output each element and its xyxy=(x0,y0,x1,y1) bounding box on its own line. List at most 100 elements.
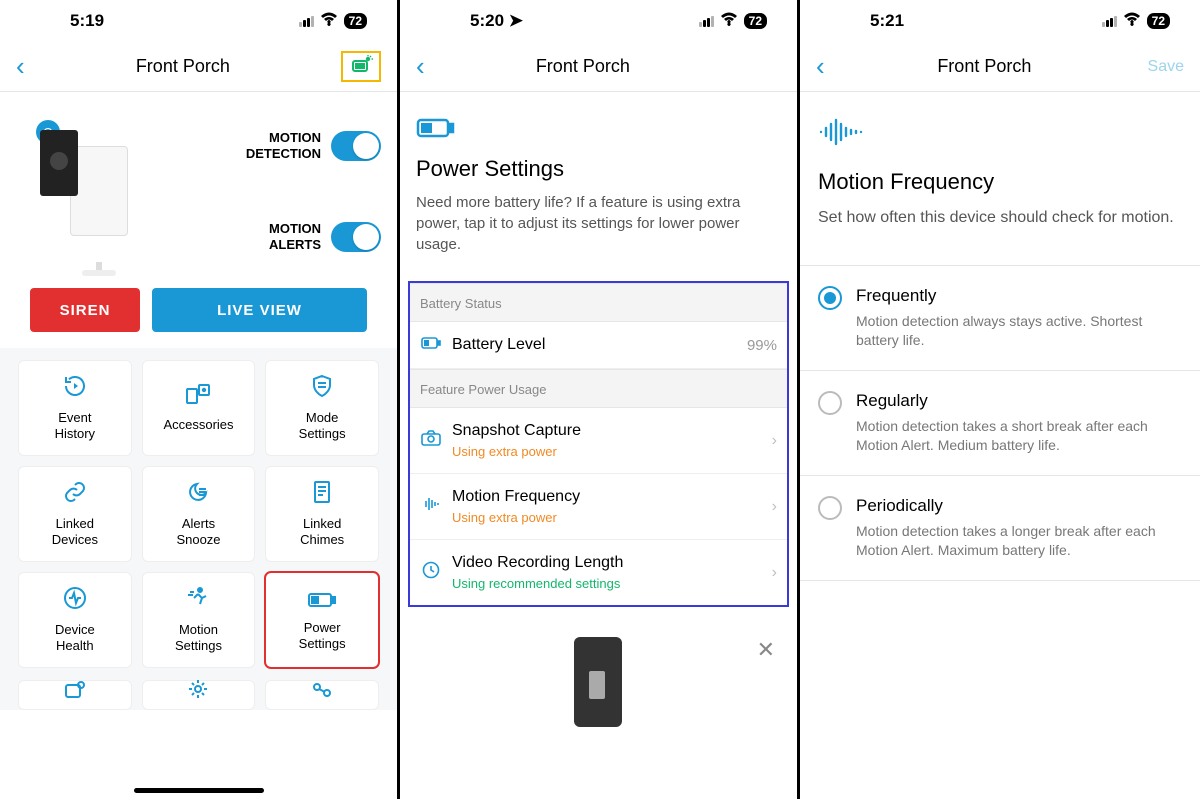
chimes-icon xyxy=(311,480,333,510)
health-icon xyxy=(63,586,87,616)
tile-power-settings[interactable]: PowerSettings xyxy=(265,572,379,668)
radio-icon xyxy=(818,496,842,520)
row-video-recording-length[interactable]: Video Recording Length Using recommended… xyxy=(410,540,787,605)
row-battery-level[interactable]: Battery Level 99% xyxy=(410,322,787,369)
section-header-battery: Battery Status xyxy=(410,283,787,322)
tile-motion-settings[interactable]: MotionSettings xyxy=(142,572,256,668)
motion-alerts-toggle-row: MOTIONALERTS xyxy=(180,221,381,252)
wifi-icon xyxy=(1123,12,1141,31)
tile-accessories[interactable]: Accessories xyxy=(142,360,256,456)
page-title: Front Porch xyxy=(25,56,341,77)
notify-icon xyxy=(64,681,86,705)
back-button[interactable]: ‹ xyxy=(416,51,425,82)
save-button[interactable]: Save xyxy=(1144,58,1184,76)
status-bar: 5:20 ➤ 72 xyxy=(400,0,797,42)
cellular-icon xyxy=(1102,16,1117,27)
live-view-button[interactable]: LIVE VIEW xyxy=(152,288,367,332)
radio-selected-icon xyxy=(818,286,842,310)
battery-badge: 72 xyxy=(1147,13,1170,29)
row-snapshot-capture[interactable]: Snapshot Capture Using extra power › xyxy=(410,408,787,474)
wifi-icon xyxy=(320,12,338,31)
motion-alerts-label: MOTIONALERTS xyxy=(269,221,321,252)
back-button[interactable]: ‹ xyxy=(816,51,825,82)
close-button[interactable]: ✕ xyxy=(757,637,775,663)
siren-button[interactable]: SIREN xyxy=(30,288,140,332)
row-label: Motion Frequency xyxy=(452,488,762,506)
back-button[interactable]: ‹ xyxy=(16,51,25,82)
option-periodically[interactable]: Periodically Motion detection takes a lo… xyxy=(800,476,1200,581)
screen-device-dashboard: 5:19 72 ‹ Front Porch ⊗ xyxy=(0,0,400,799)
shield-icon xyxy=(310,374,334,404)
tile-grid: EventHistory Accessories ModeSettings Li… xyxy=(0,348,397,680)
status-icons: 72 xyxy=(699,12,767,31)
tile-linked-devices[interactable]: LinkedDevices xyxy=(18,466,132,562)
battery-icon xyxy=(308,588,336,614)
status-icons: 72 xyxy=(1102,12,1170,31)
chevron-right-icon: › xyxy=(772,564,777,582)
section-title: Motion Frequency xyxy=(818,169,1182,195)
solar-icon xyxy=(351,60,375,77)
frequency-options: Frequently Motion detection always stays… xyxy=(800,265,1200,580)
page-title: Front Porch xyxy=(425,56,741,77)
motion-icon xyxy=(186,586,210,616)
row-motion-frequency[interactable]: Motion Frequency Using extra power › xyxy=(410,474,787,540)
section-title: Power Settings xyxy=(416,156,781,182)
screen-motion-frequency: 5:21 72 ‹ Front Porch Save M xyxy=(800,0,1200,799)
motion-detection-label: MOTIONDETECTION xyxy=(246,130,321,161)
clock: 5:20 ➤ xyxy=(470,11,523,31)
nav-bar: ‹ Front Porch Save xyxy=(800,42,1200,92)
gear-icon xyxy=(188,679,208,705)
option-description: Motion detection takes a longer break af… xyxy=(856,522,1182,560)
tile-partial[interactable] xyxy=(142,680,256,710)
section-header-feature: Feature Power Usage xyxy=(410,369,787,408)
battery-large-icon xyxy=(416,114,781,146)
section-subtitle: Set how often this device should check f… xyxy=(818,207,1182,229)
highlighted-settings-group: Battery Status Battery Level 99% Feature… xyxy=(408,281,789,607)
wifi-icon xyxy=(720,12,738,31)
home-indicator[interactable] xyxy=(134,788,264,793)
chevron-right-icon: › xyxy=(772,498,777,516)
status-icons: 72 xyxy=(299,12,367,31)
battery-badge: 72 xyxy=(344,13,367,29)
battery-small-icon xyxy=(420,336,442,354)
tile-alerts-snooze[interactable]: AlertsSnooze xyxy=(142,466,256,562)
tile-device-health[interactable]: DeviceHealth xyxy=(18,572,132,668)
clock-icon xyxy=(420,561,442,584)
option-description: Motion detection takes a short break aft… xyxy=(856,417,1182,455)
screen-power-settings: 5:20 ➤ 72 ‹ Front Porch Power Settings N… xyxy=(400,0,800,799)
row-label: Snapshot Capture xyxy=(452,422,762,440)
device-image: ⊗ xyxy=(30,124,170,264)
location-icon: ➤ xyxy=(509,11,523,30)
camera-icon xyxy=(420,430,442,451)
battery-level-value: 99% xyxy=(747,337,777,354)
accessories-icon xyxy=(185,383,211,411)
snooze-icon xyxy=(186,480,210,510)
chevron-right-icon: › xyxy=(772,432,777,450)
motion-detection-toggle[interactable] xyxy=(331,131,381,161)
option-regularly[interactable]: Regularly Motion detection takes a short… xyxy=(800,371,1200,476)
option-title: Regularly xyxy=(856,391,1182,411)
tile-partial[interactable] xyxy=(18,680,132,710)
row-status: Using recommended settings xyxy=(452,576,762,591)
status-bar: 5:21 72 xyxy=(800,0,1200,42)
tile-mode-settings[interactable]: ModeSettings xyxy=(265,360,379,456)
radio-icon xyxy=(818,391,842,415)
battery-badge: 72 xyxy=(744,13,767,29)
clock: 5:21 xyxy=(870,11,904,31)
cellular-icon xyxy=(699,16,714,27)
device-illustration xyxy=(554,627,644,727)
tile-event-history[interactable]: EventHistory xyxy=(18,360,132,456)
section-subtitle: Need more battery life? If a feature is … xyxy=(416,192,781,255)
cellular-icon xyxy=(299,16,314,27)
option-title: Frequently xyxy=(856,286,1182,306)
tile-linked-chimes[interactable]: LinkedChimes xyxy=(265,466,379,562)
solar-status-button[interactable] xyxy=(341,51,381,82)
nav-bar: ‹ Front Porch xyxy=(400,42,797,92)
option-frequently[interactable]: Frequently Motion detection always stays… xyxy=(800,266,1200,371)
motion-alerts-toggle[interactable] xyxy=(331,222,381,252)
row-status: Using extra power xyxy=(452,444,762,459)
tile-partial[interactable] xyxy=(265,680,379,710)
clock: 5:19 xyxy=(70,11,104,31)
frequency-icon xyxy=(420,497,442,516)
row-status: Using extra power xyxy=(452,510,762,525)
